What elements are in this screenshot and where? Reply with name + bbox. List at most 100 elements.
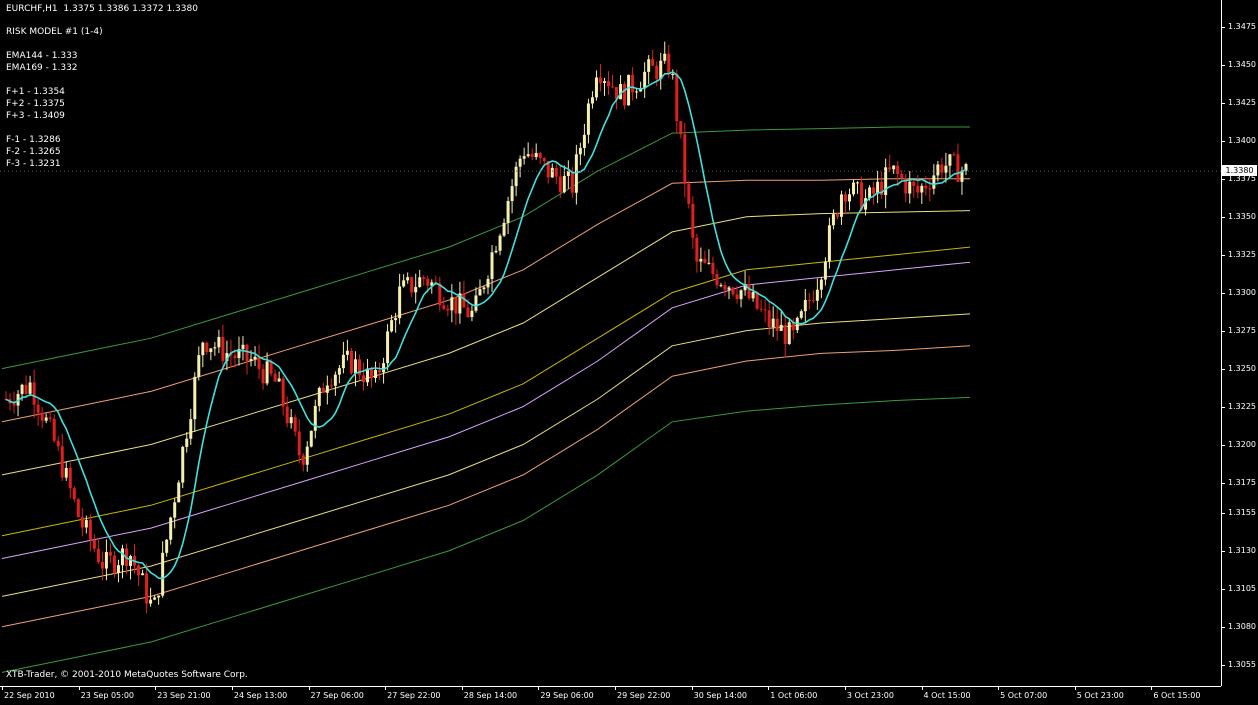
candle-body bbox=[341, 354, 345, 369]
candle-body bbox=[116, 565, 120, 573]
candle-body bbox=[755, 292, 759, 309]
candle-body bbox=[526, 154, 530, 157]
price-tick bbox=[1222, 368, 1225, 370]
time-tick bbox=[2, 687, 3, 690]
candle-body bbox=[474, 295, 478, 311]
candle-body bbox=[253, 356, 257, 360]
candle-body bbox=[932, 175, 936, 189]
price-chart[interactable] bbox=[0, 0, 1221, 686]
candle-body bbox=[699, 258, 703, 262]
price-axis[interactable]: 1.3475 1.3450 1.3425 1.3400 1.3375 1.3350 1.33… bbox=[1221, 0, 1258, 686]
envelope-line-1 bbox=[1, 261, 971, 559]
candle-body bbox=[438, 283, 442, 306]
candle-body bbox=[285, 406, 289, 424]
time-tick bbox=[231, 687, 233, 690]
candle-body bbox=[594, 77, 598, 98]
time-axis[interactable]: 22 Sep 2010 23 Sep 05:00 23 Sep 21:00 24 Se… bbox=[0, 686, 1221, 705]
price-tick bbox=[1222, 330, 1225, 332]
candle-body bbox=[273, 373, 277, 382]
time-label: 23 Sep 21:00 bbox=[157, 691, 211, 700]
candle-body bbox=[390, 320, 394, 332]
candle-body bbox=[370, 368, 374, 379]
price-label: 1.3130 bbox=[1228, 545, 1256, 555]
candle-body bbox=[52, 418, 56, 441]
candle-body bbox=[157, 595, 161, 598]
candle-body bbox=[747, 284, 751, 299]
candle-body bbox=[112, 555, 116, 573]
candle-body bbox=[554, 167, 558, 177]
candle-body bbox=[763, 309, 767, 311]
candle-body bbox=[635, 91, 639, 93]
candle-body bbox=[823, 261, 827, 280]
ema169-label: EMA169 - 1.332 bbox=[6, 63, 78, 73]
price-tick bbox=[1222, 588, 1225, 590]
candle-body bbox=[329, 385, 333, 387]
price-tick bbox=[1222, 292, 1225, 294]
candle-body bbox=[494, 250, 498, 253]
candle-body bbox=[510, 186, 514, 202]
candle-body bbox=[538, 152, 542, 159]
candle-body bbox=[502, 222, 506, 236]
candle-body bbox=[398, 286, 402, 319]
candle-body bbox=[518, 158, 522, 167]
candle-body bbox=[490, 252, 494, 279]
candle-body bbox=[948, 154, 952, 166]
candle-body bbox=[679, 121, 683, 135]
candle-body bbox=[217, 336, 221, 348]
candle-body bbox=[88, 520, 92, 541]
candle-body bbox=[691, 203, 695, 238]
candle-body bbox=[783, 324, 787, 345]
candle-body bbox=[651, 59, 655, 66]
candle-body bbox=[779, 324, 783, 331]
time-label: 27 Sep 22:00 bbox=[387, 691, 441, 700]
candle-body bbox=[542, 158, 546, 162]
price-tick bbox=[1222, 626, 1225, 628]
time-label: 28 Sep 14:00 bbox=[463, 691, 518, 700]
candle-body bbox=[241, 344, 245, 350]
price-tick bbox=[1222, 140, 1225, 142]
candle-body bbox=[325, 385, 329, 393]
price-label: 1.3425 bbox=[1228, 97, 1256, 107]
candle-body bbox=[627, 74, 631, 106]
candle-body bbox=[611, 86, 615, 88]
candle-body bbox=[856, 182, 860, 184]
candle-body bbox=[169, 517, 173, 540]
price-label: 1.3105 bbox=[1228, 583, 1256, 593]
time-tick bbox=[78, 687, 80, 690]
candle-body bbox=[193, 376, 197, 420]
chart-area[interactable]: EURCHF,H1 1.3375 1.3386 1.3372 1.3380 RI… bbox=[0, 0, 1221, 686]
candle-body bbox=[582, 134, 586, 148]
candle-body bbox=[896, 165, 900, 175]
candle-body bbox=[337, 368, 341, 375]
candle-body bbox=[446, 308, 450, 311]
price-label: 1.3475 bbox=[1228, 21, 1256, 31]
candle-body bbox=[936, 164, 940, 176]
time-label: 3 Oct 23:00 bbox=[846, 691, 894, 700]
candle-body bbox=[482, 287, 486, 290]
candle-body bbox=[80, 517, 84, 528]
candle-body bbox=[386, 331, 390, 364]
candle-body bbox=[663, 53, 667, 61]
candle-body bbox=[265, 361, 269, 384]
candle-body bbox=[727, 287, 731, 290]
candle-body bbox=[281, 378, 285, 407]
candle-body bbox=[205, 342, 209, 353]
candle-body bbox=[470, 310, 474, 318]
candle-body bbox=[570, 171, 574, 193]
candle-body bbox=[366, 368, 369, 383]
candle-body bbox=[221, 336, 225, 361]
price-label: 1.3080 bbox=[1228, 621, 1256, 631]
price-tick bbox=[1222, 664, 1225, 666]
candle-body bbox=[731, 287, 735, 295]
candle-body bbox=[361, 375, 365, 383]
time-label: 4 Oct 15:00 bbox=[923, 691, 971, 700]
candle-body bbox=[751, 292, 755, 299]
candle-body bbox=[76, 499, 80, 518]
candle-body bbox=[44, 417, 48, 421]
candle-body bbox=[137, 565, 141, 576]
candle-body bbox=[129, 556, 133, 566]
candle-body bbox=[671, 73, 675, 75]
candle-body bbox=[418, 277, 422, 288]
candle-body bbox=[68, 468, 72, 489]
candle-body bbox=[100, 562, 104, 569]
